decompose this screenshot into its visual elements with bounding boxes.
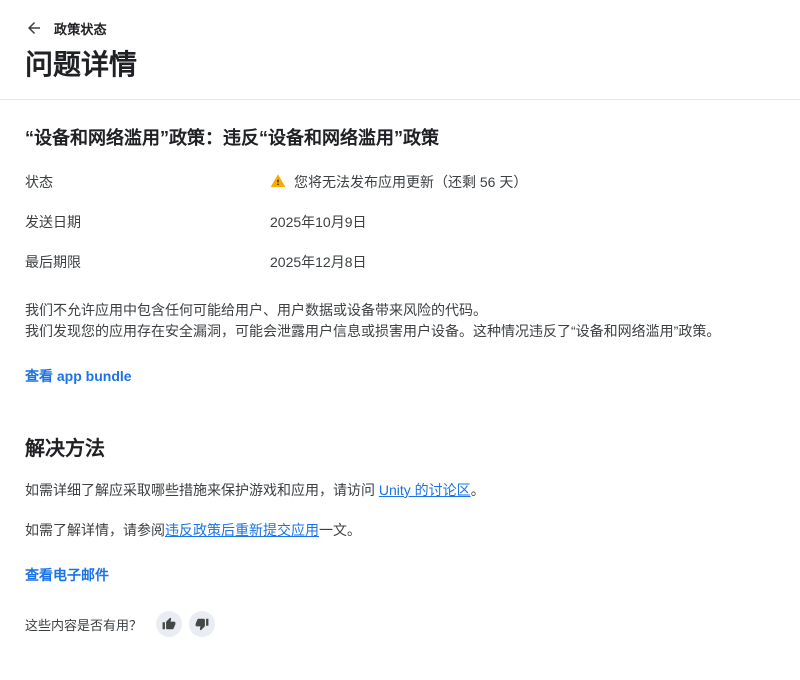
unity-forum-link[interactable]: Unity 的讨论区 bbox=[379, 482, 471, 498]
view-app-bundle-link[interactable]: 查看 app bundle bbox=[25, 366, 132, 386]
policy-issue-page: 政策状态 问题详情 “设备和网络滥用”政策：违反“设备和网络滥用”政策 状态 您… bbox=[0, 0, 800, 680]
field-row-sent-date: 发送日期 2025年10月9日 bbox=[25, 212, 775, 252]
issue-description-line1: 我们不允许应用中包含任何可能给用户、用户数据或设备带来风险的代码。 bbox=[25, 300, 775, 321]
thumbs-down-button[interactable] bbox=[189, 611, 215, 637]
view-email-link[interactable]: 查看电子邮件 bbox=[25, 565, 109, 585]
header-divider bbox=[0, 99, 800, 100]
resolution-text: 如需详细了解应采取哪些措施来保护游戏和应用，请访问 bbox=[25, 482, 379, 498]
field-value-sent-date: 2025年10月9日 bbox=[270, 212, 367, 232]
back-label[interactable]: 政策状态 bbox=[54, 19, 107, 38]
warning-icon bbox=[270, 173, 286, 189]
issue-description: 我们不允许应用中包含任何可能给用户、用户数据或设备带来风险的代码。 我们发现您的… bbox=[25, 300, 775, 342]
field-value-status: 您将无法发布应用更新（还剩 56 天） bbox=[270, 172, 527, 192]
feedback-question: 这些内容是否有用？ bbox=[25, 615, 142, 634]
resolution-text: 。 bbox=[471, 482, 485, 498]
back-arrow-icon[interactable] bbox=[25, 19, 43, 37]
resolution-text: 如需了解详情，请参阅 bbox=[25, 522, 165, 538]
field-value-deadline: 2025年12月8日 bbox=[270, 252, 367, 272]
feedback-row: 这些内容是否有用？ bbox=[25, 611, 775, 637]
field-row-status: 状态 您将无法发布应用更新（还剩 56 天） bbox=[25, 172, 775, 212]
page-title: 问题详情 bbox=[25, 48, 775, 82]
resolution-paragraph-1: 如需详细了解应采取哪些措施来保护游戏和应用，请访问 Unity 的讨论区。 bbox=[25, 480, 775, 501]
resolution-heading: 解决方法 bbox=[25, 432, 775, 461]
thumbs-down-icon bbox=[195, 617, 209, 631]
resubmit-policy-link[interactable]: 违反政策后重新提交应用 bbox=[165, 522, 319, 538]
field-row-deadline: 最后期限 2025年12月8日 bbox=[25, 252, 775, 292]
field-label: 最后期限 bbox=[25, 252, 270, 272]
resolution-paragraph-2: 如需了解详情，请参阅违反政策后重新提交应用一文。 bbox=[25, 520, 775, 541]
feedback-buttons bbox=[156, 611, 215, 637]
breadcrumb: 政策状态 bbox=[25, 18, 775, 38]
thumbs-up-icon bbox=[162, 617, 176, 631]
status-text: 您将无法发布应用更新（还剩 56 天） bbox=[294, 172, 527, 192]
field-label: 状态 bbox=[25, 172, 270, 192]
thumbs-up-button[interactable] bbox=[156, 611, 182, 637]
issue-fields: 状态 您将无法发布应用更新（还剩 56 天） 发送日期 2025年10月9日 最… bbox=[25, 172, 775, 292]
field-label: 发送日期 bbox=[25, 212, 270, 232]
issue-description-line2: 我们发现您的应用存在安全漏洞，可能会泄露用户信息或损害用户设备。这种情况违反了“… bbox=[25, 321, 775, 342]
issue-heading: “设备和网络滥用”政策：违反“设备和网络滥用”政策 bbox=[25, 124, 775, 150]
resolution-text: 一文。 bbox=[319, 522, 361, 538]
